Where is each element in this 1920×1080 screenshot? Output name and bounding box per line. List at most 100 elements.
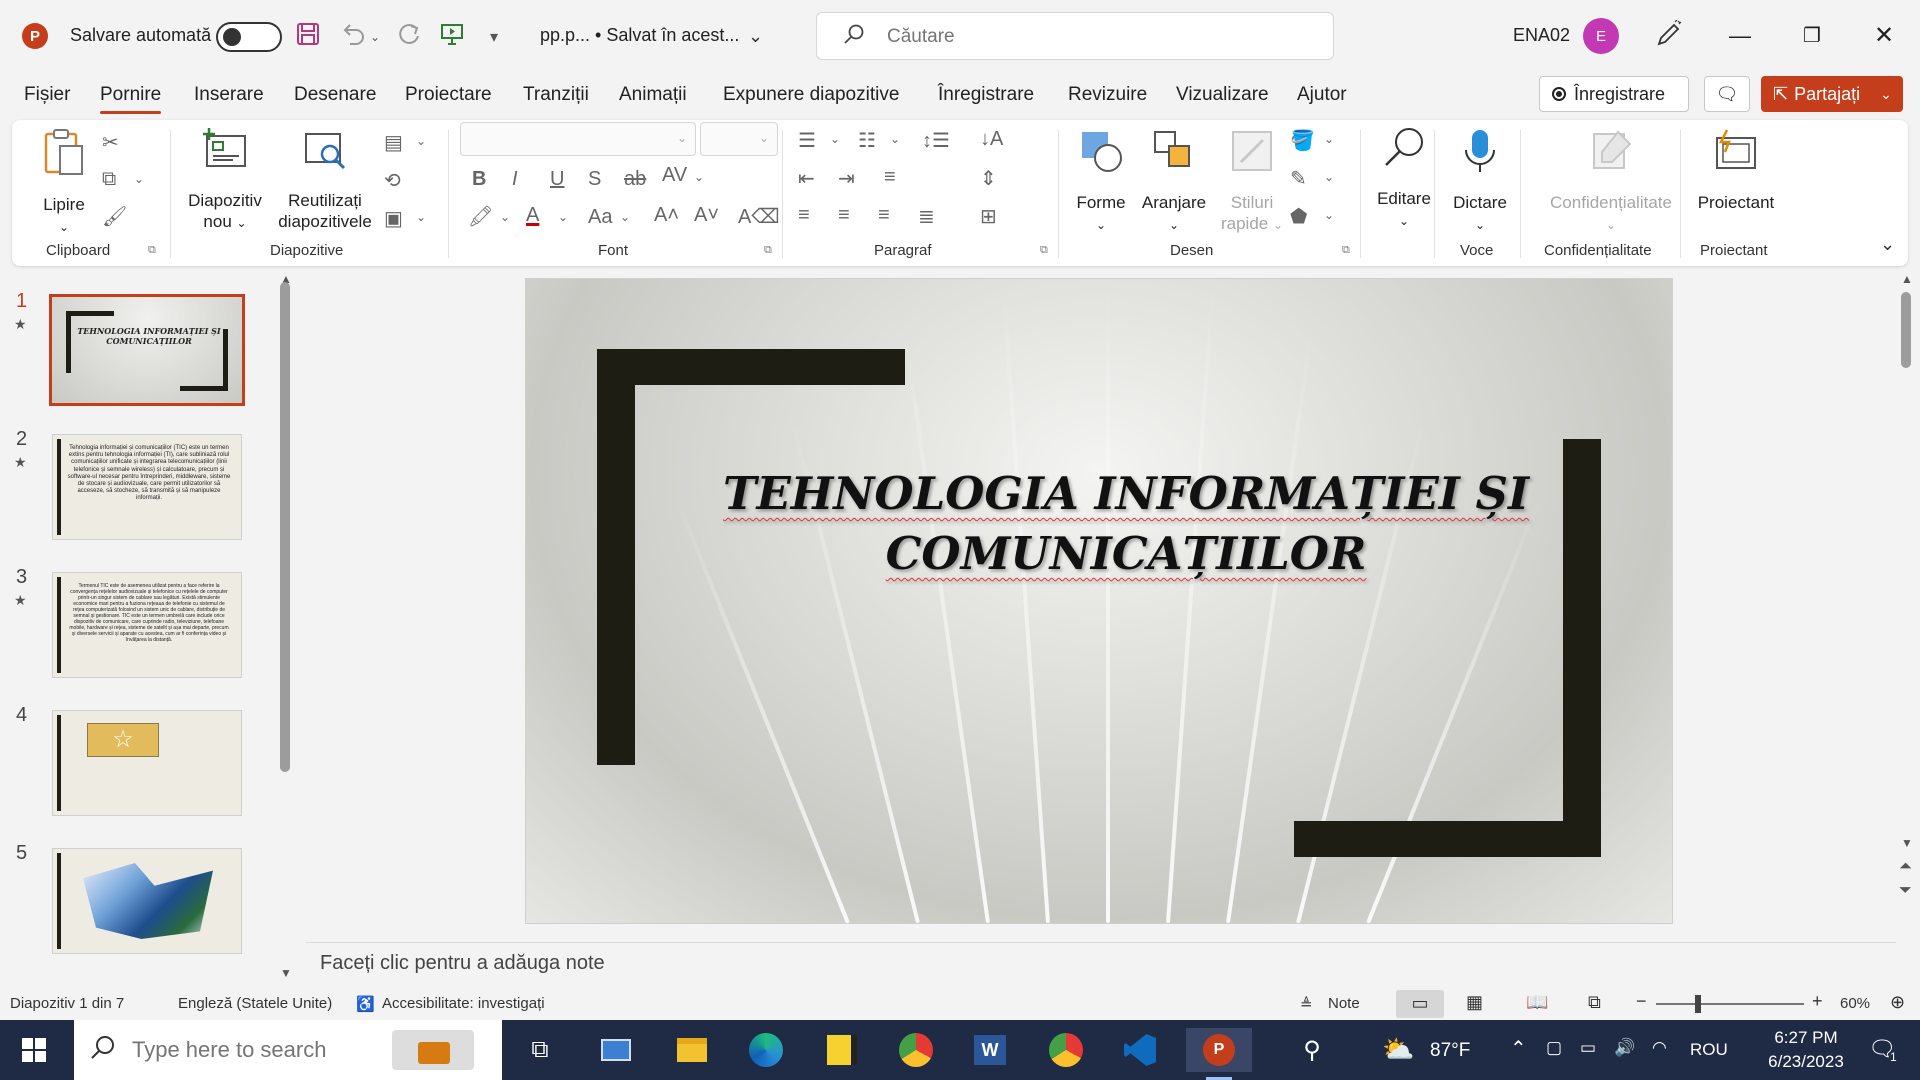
- meet-now-icon[interactable]: ▢: [1546, 1038, 1562, 1058]
- close-button[interactable]: ✕: [1864, 18, 1904, 54]
- character-spacing-icon[interactable]: AV: [662, 164, 687, 187]
- share-button[interactable]: ⇱ Partajați ⌄: [1761, 76, 1903, 112]
- undo-dropdown-icon[interactable]: ⌄: [370, 30, 380, 44]
- decrease-font-icon[interactable]: A˅: [694, 204, 719, 227]
- edge-icon[interactable]: [738, 1028, 794, 1072]
- decrease-indent-icon[interactable]: ⇤: [798, 166, 815, 191]
- comments-button[interactable]: 🗨: [1704, 76, 1750, 112]
- word-icon[interactable]: W: [962, 1028, 1018, 1072]
- chevron-down-icon[interactable]: ⌄: [748, 26, 763, 47]
- drawing-launcher-icon[interactable]: ⧉: [1342, 244, 1350, 257]
- tab-draw[interactable]: Desenare: [294, 84, 376, 106]
- search-box[interactable]: [816, 12, 1334, 60]
- zoom-slider-thumb[interactable]: [1695, 995, 1701, 1013]
- copy-icon[interactable]: ⧉: [102, 168, 116, 191]
- cut-icon[interactable]: ✂: [102, 130, 119, 155]
- volume-icon[interactable]: 🔊: [1614, 1038, 1635, 1058]
- share-dropdown-icon[interactable]: ⌄: [1880, 86, 1892, 103]
- dictate-button[interactable]: Dictare ⌄: [1442, 128, 1518, 235]
- highlight-dropdown-icon[interactable]: ⌄: [500, 210, 510, 224]
- slide-title[interactable]: TEHNOLOGIA INFORMAȚIEI ȘI COMUNICAȚIILOR: [686, 464, 1566, 584]
- reuse-slides-button[interactable]: Reutilizați diapozitivele: [270, 128, 380, 233]
- font-family-combo[interactable]: ⌄: [460, 122, 696, 156]
- autosave-toggle[interactable]: [216, 22, 282, 52]
- columns-icon[interactable]: ≡: [884, 166, 896, 189]
- align-right-icon[interactable]: ≡: [878, 204, 890, 227]
- vscode-icon[interactable]: [1112, 1028, 1168, 1072]
- slide-scrollbar[interactable]: [1901, 292, 1911, 368]
- sticky-notes-icon[interactable]: [814, 1028, 870, 1072]
- show-hidden-icons-icon[interactable]: ⌃: [1510, 1036, 1527, 1061]
- sensitivity-button[interactable]: Confidențialitate ⌄: [1526, 128, 1696, 235]
- battery-icon[interactable]: ▭: [1580, 1038, 1596, 1058]
- bullets-dropdown-icon[interactable]: ⌄: [830, 132, 840, 146]
- italic-icon[interactable]: I: [512, 168, 518, 191]
- language-status[interactable]: Engleză (Statele Unite): [178, 995, 332, 1012]
- bullets-icon[interactable]: ☰: [798, 128, 816, 153]
- underline-icon[interactable]: U: [550, 168, 564, 191]
- scroll-down-icon[interactable]: ▼: [1901, 836, 1913, 850]
- scroll-up-icon[interactable]: ▲: [1901, 272, 1913, 286]
- shape-effects-icon[interactable]: ⬟: [1290, 204, 1307, 229]
- font-color-icon[interactable]: A: [526, 204, 539, 227]
- highlight-icon[interactable]: 🖍: [468, 204, 493, 229]
- clear-formatting-icon[interactable]: A⌫: [738, 204, 780, 229]
- text-direction-icon[interactable]: ↓A: [980, 128, 1003, 151]
- numbering-dropdown-icon[interactable]: ⌄: [890, 132, 900, 146]
- slide-thumbnail-3[interactable]: Termenul TIC este de asemenea utilizat p…: [52, 572, 242, 678]
- present-from-start-icon[interactable]: [440, 22, 464, 53]
- slide-thumbnail-4[interactable]: ☆: [52, 710, 242, 816]
- next-slide-icon[interactable]: ⏷: [1899, 882, 1912, 900]
- slide-sorter-icon[interactable]: ▦: [1466, 992, 1483, 1013]
- windows-start-icon[interactable]: [22, 1038, 46, 1062]
- increase-font-icon[interactable]: A˄: [654, 204, 679, 227]
- spacing-dropdown-icon[interactable]: ⌄: [694, 170, 704, 184]
- shapes-button[interactable]: Forme ⌄: [1066, 128, 1136, 235]
- task-view-icon[interactable]: ⧉: [512, 1028, 568, 1072]
- tab-transitions[interactable]: Tranziții: [523, 84, 589, 106]
- case-dropdown-icon[interactable]: ⌄: [620, 210, 630, 224]
- section-icon[interactable]: ▣: [384, 206, 403, 231]
- layout-dropdown-icon[interactable]: ⌄: [416, 134, 426, 148]
- avatar[interactable]: E: [1583, 18, 1619, 54]
- slide-thumbnail-1[interactable]: TEHNOLOGIA INFORMAȚIEI ȘI COMUNICAȚIILOR: [49, 294, 245, 406]
- wifi-icon[interactable]: ◠: [1652, 1038, 1667, 1058]
- editing-button[interactable]: Editare ⌄: [1366, 124, 1442, 231]
- restore-button[interactable]: ❐: [1792, 18, 1832, 54]
- tab-view[interactable]: Vizualizare: [1176, 84, 1269, 106]
- tab-slide-show[interactable]: Expunere diapozitive: [723, 84, 899, 106]
- people-icon[interactable]: ⚲: [1284, 1028, 1340, 1072]
- zoom-in-icon[interactable]: +: [1812, 991, 1823, 1012]
- file-name[interactable]: pp.p... • Salvat în acest...: [540, 25, 739, 46]
- reading-view-icon[interactable]: 📖: [1526, 992, 1548, 1013]
- notes-pane[interactable]: Faceți clic pentru a adăuga note: [306, 942, 1896, 982]
- redo-icon[interactable]: [396, 22, 422, 53]
- increase-indent-icon[interactable]: ⇥: [838, 166, 855, 191]
- clock-date[interactable]: 6/23/2023: [1756, 1052, 1856, 1072]
- smartart-icon[interactable]: ⊞: [980, 204, 997, 229]
- control-panel-icon[interactable]: [588, 1028, 644, 1072]
- zoom-out-icon[interactable]: −: [1636, 991, 1647, 1012]
- taskbar-search-input[interactable]: [132, 1036, 412, 1064]
- search-input[interactable]: [887, 23, 1307, 51]
- align-left-icon[interactable]: ≡: [798, 204, 810, 227]
- record-button[interactable]: Înregistrare: [1539, 76, 1689, 112]
- format-painter-icon[interactable]: 🖌: [102, 204, 127, 229]
- tab-record[interactable]: Înregistrare: [938, 84, 1034, 106]
- shape-fill-icon[interactable]: 🪣: [1290, 128, 1315, 153]
- shadow-icon[interactable]: S: [588, 168, 601, 191]
- tab-design[interactable]: Proiectare: [405, 84, 492, 106]
- align-center-icon[interactable]: ≡: [838, 204, 850, 227]
- accessibility-status[interactable]: Accesibilitate: investigați: [382, 995, 545, 1012]
- paste-button[interactable]: Lipire ⌄: [34, 128, 94, 237]
- numbering-icon[interactable]: ☷: [858, 128, 876, 153]
- layout-icon[interactable]: ▤: [384, 130, 403, 155]
- input-language[interactable]: ROU: [1690, 1040, 1728, 1060]
- tab-insert[interactable]: Inserare: [194, 84, 264, 106]
- tab-review[interactable]: Revizuire: [1068, 84, 1147, 106]
- new-slide-button[interactable]: Diapozitiv nou ⌄: [180, 128, 270, 233]
- reset-slide-icon[interactable]: ⟲: [384, 168, 401, 193]
- quick-styles-button[interactable]: Stiluri rapide ⌄: [1210, 128, 1294, 235]
- powerpoint-taskbar-icon[interactable]: P: [1186, 1028, 1252, 1080]
- customize-toolbar-icon[interactable]: ▾: [490, 27, 498, 47]
